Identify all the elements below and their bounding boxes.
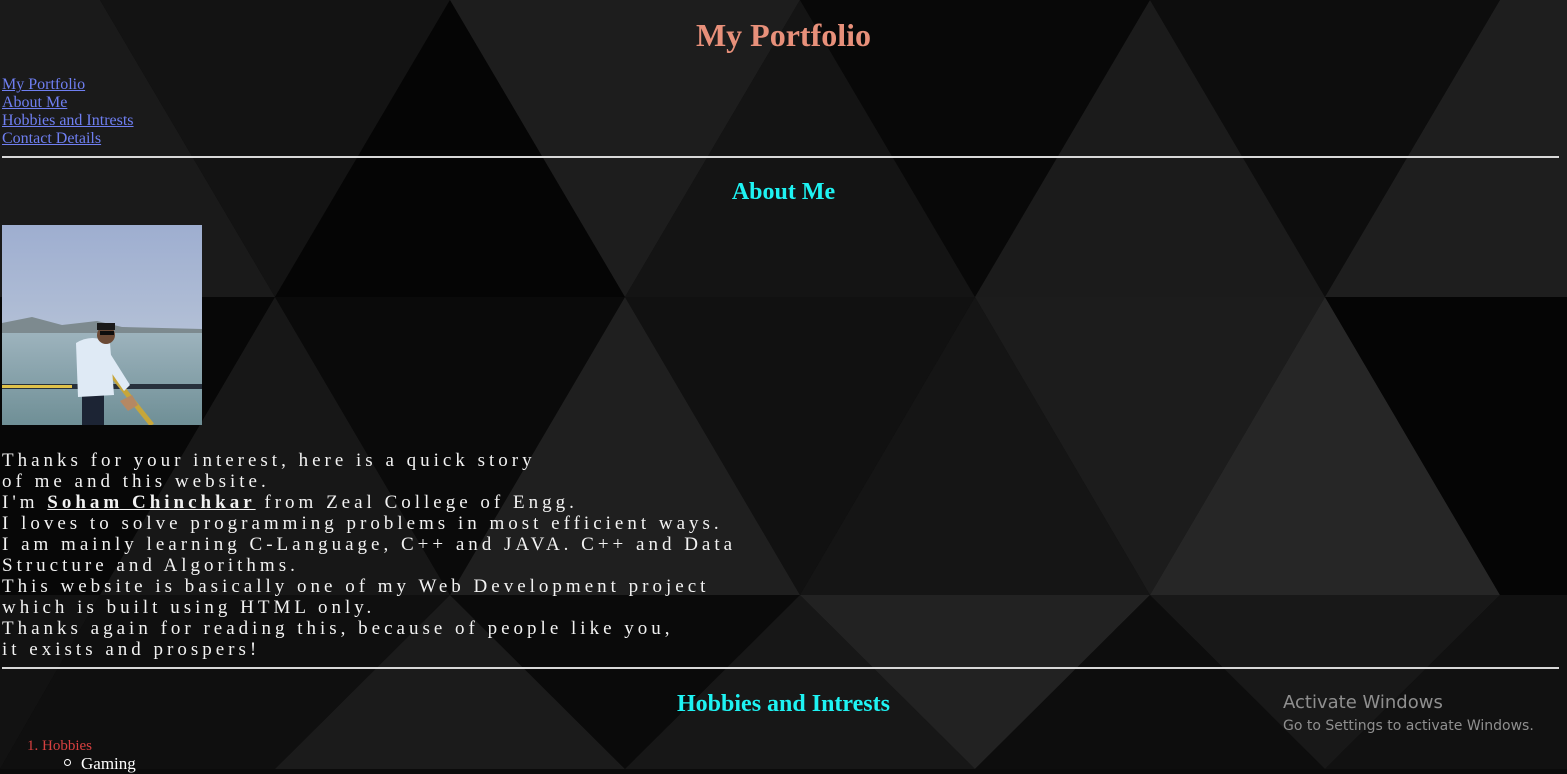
nav-link-contact[interactable]: Contact Details [2, 130, 134, 148]
page: My Portfolio My Portfolio About Me Hobbi… [0, 0, 1567, 773]
bio-line-5: I am mainly learning C-Language, C++ and… [2, 534, 737, 555]
bio-line-10: it exists and prospers! [2, 639, 261, 660]
bio-line-3-prefix: I'm [2, 492, 48, 513]
watermark-subtitle: Go to Settings to activate Windows. [1283, 718, 1534, 734]
bio-line-2: of me and this website. [2, 471, 270, 492]
nav-links: My Portfolio About Me Hobbies and Intres… [2, 76, 134, 148]
hobby-list: 1. Hobbies [27, 737, 92, 755]
list-item: Gaming [64, 754, 136, 774]
hobby-sub-list: Gaming [64, 754, 136, 774]
bio-line-1: Thanks for your interest, here is a quic… [2, 450, 536, 471]
nav-link-my-portfolio[interactable]: My Portfolio [2, 76, 134, 94]
nav-link-hobbies[interactable]: Hobbies and Intrests [2, 112, 134, 130]
bio-line-4: I loves to solve programming problems in… [2, 513, 723, 534]
author-name: Soham Chinchkar [47, 492, 256, 513]
nav-link-about-me[interactable]: About Me [2, 94, 134, 112]
bio-line-8: which is built using HTML only. [2, 597, 376, 618]
page-title: My Portfolio [695, 17, 872, 53]
divider-top [2, 156, 1559, 158]
circle-bullet-icon [64, 759, 71, 766]
list-number: 1. [27, 738, 39, 754]
activate-windows-watermark: Activate Windows Go to Settings to activ… [1283, 692, 1534, 736]
profile-photo [2, 225, 202, 425]
list-item-label: Gaming [81, 754, 136, 773]
about-bio: Thanks for your interest, here is a quic… [2, 450, 736, 660]
bio-line-6: Structure and Algorithms. [2, 555, 299, 576]
bio-line-9: Thanks again for reading this, because o… [2, 618, 674, 639]
about-heading: About Me [731, 179, 836, 205]
list-item-label: Hobbies [42, 738, 92, 754]
bio-line-3-suffix: from Zeal College of Engg. [255, 492, 578, 513]
bio-line-7: This website is basically one of my Web … [2, 576, 710, 597]
watermark-title: Activate Windows [1283, 692, 1443, 713]
list-item: 1. Hobbies [27, 737, 92, 755]
divider-middle [2, 667, 1559, 669]
